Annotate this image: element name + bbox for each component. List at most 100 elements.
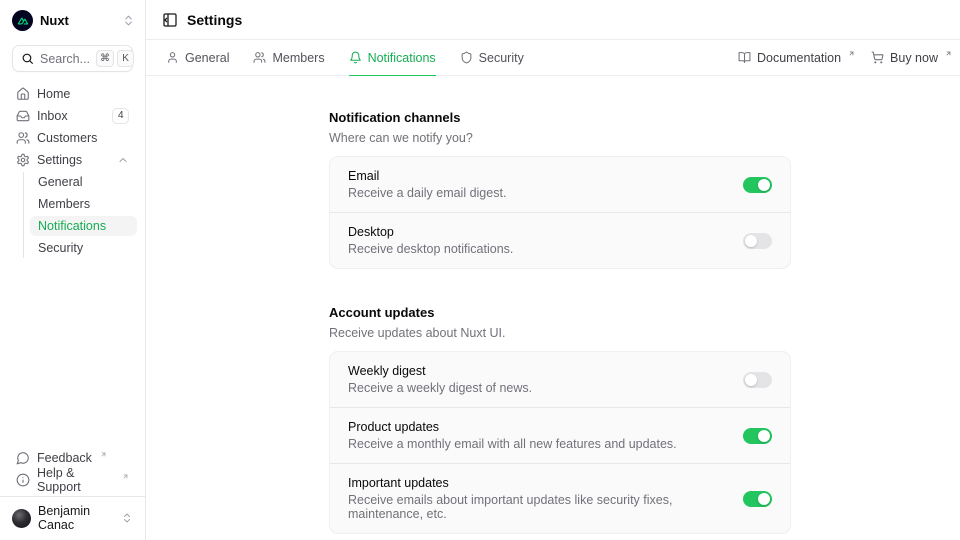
inbox-count-badge: 4 — [112, 108, 129, 124]
gear-icon — [16, 153, 30, 167]
sidebar-item-label: Security — [38, 241, 83, 255]
button-label: Documentation — [757, 51, 841, 65]
sidebar-item-label: Home — [37, 87, 129, 101]
setting-row-desktop: Desktop Receive desktop notifications. — [330, 212, 790, 268]
chat-bubble-icon — [16, 451, 30, 465]
external-link-icon — [100, 451, 107, 458]
sidebar-item-label: Inbox — [37, 109, 105, 123]
search-placeholder: Search... — [40, 52, 90, 66]
setting-title: Product updates — [348, 420, 727, 434]
sidebar-item-label: General — [38, 175, 82, 189]
sidebar-item-label: Members — [38, 197, 90, 211]
setting-description: Receive a daily email digest. — [348, 186, 727, 200]
buy-now-button[interactable]: Buy now — [871, 51, 952, 65]
nuxt-logo-icon — [12, 10, 33, 31]
user-menu[interactable]: Benjamin Canac — [0, 497, 145, 540]
shield-icon — [460, 51, 473, 64]
sidebar-footer-nav: Feedback Help & Support — [0, 448, 145, 496]
tab-notifications[interactable]: Notifications — [349, 40, 436, 75]
sidebar-item-security[interactable]: Security — [30, 238, 137, 258]
settings-content: Notification channels Where can we notif… — [146, 76, 960, 540]
section-title: Account updates — [329, 305, 791, 320]
sidebar-item-label: Settings — [37, 153, 110, 167]
home-icon — [16, 87, 30, 101]
setting-description: Receive a weekly digest of news. — [348, 381, 727, 395]
sidebar-item-notifications[interactable]: Notifications — [30, 216, 137, 236]
setting-title: Important updates — [348, 476, 727, 490]
button-label: Buy now — [890, 51, 938, 65]
external-link-icon — [945, 50, 952, 57]
tab-bar: General Members Notifications — [146, 40, 960, 76]
main-panel: Settings General Members — [146, 0, 960, 540]
sidebar-nav: Home Inbox 4 Customers Settings — [0, 84, 145, 258]
settings-card: Weekly digest Receive a weekly digest of… — [329, 351, 791, 534]
setting-description: Receive a monthly email with all new fea… — [348, 437, 727, 451]
tab-label: General — [185, 51, 229, 65]
desktop-toggle[interactable] — [743, 233, 772, 249]
external-link-icon — [848, 50, 855, 57]
workspace-switcher[interactable]: Nuxt — [0, 0, 145, 39]
sidebar-item-label: Help & Support — [37, 466, 114, 494]
sidebar-item-settings[interactable]: Settings — [8, 150, 137, 170]
info-circle-icon — [16, 473, 30, 487]
tab-general[interactable]: General — [166, 40, 229, 75]
search-icon — [21, 52, 34, 65]
app-window: Nuxt Search... ⌘ K Home — [0, 0, 960, 540]
sidebar-item-feedback[interactable]: Feedback — [8, 448, 137, 468]
user-icon — [166, 51, 179, 64]
sidebar-spacer — [0, 258, 145, 448]
sidebar-item-label: Customers — [37, 131, 129, 145]
settings-card: Email Receive a daily email digest. Desk… — [329, 156, 791, 269]
weekly-digest-toggle[interactable] — [743, 372, 772, 388]
page-title: Settings — [187, 12, 242, 28]
sidebar-item-inbox[interactable]: Inbox 4 — [8, 106, 137, 126]
notification-channels-section: Notification channels Where can we notif… — [329, 110, 791, 269]
setting-row-email: Email Receive a daily email digest. — [330, 157, 790, 212]
collapse-sidebar-icon[interactable] — [162, 12, 178, 28]
sidebar-item-label: Notifications — [38, 219, 106, 233]
setting-row-weekly-digest: Weekly digest Receive a weekly digest of… — [330, 352, 790, 407]
sidebar-item-members[interactable]: Members — [30, 194, 137, 214]
email-toggle[interactable] — [743, 177, 772, 193]
section-subtitle: Receive updates about Nuxt UI. — [329, 326, 791, 340]
bell-icon — [349, 51, 362, 64]
search-input[interactable]: Search... ⌘ K — [12, 45, 133, 72]
chevron-up-down-icon — [121, 512, 133, 524]
sidebar-item-help-support[interactable]: Help & Support — [8, 470, 137, 490]
setting-row-product-updates: Product updates Receive a monthly email … — [330, 407, 790, 463]
section-title: Notification channels — [329, 110, 791, 125]
book-icon — [738, 51, 751, 64]
sidebar-item-label: Feedback — [37, 451, 92, 465]
kbd-cmd: ⌘ — [96, 50, 114, 67]
documentation-button[interactable]: Documentation — [738, 51, 855, 65]
chevron-up-icon — [117, 154, 129, 166]
sidebar-item-home[interactable]: Home — [8, 84, 137, 104]
setting-description: Receive desktop notifications. — [348, 242, 727, 256]
settings-subnav: General Members Notifications Security — [8, 172, 137, 258]
sidebar-item-customers[interactable]: Customers — [8, 128, 137, 148]
important-updates-toggle[interactable] — [743, 491, 772, 507]
users-icon — [253, 51, 266, 64]
setting-row-important-updates: Important updates Receive emails about i… — [330, 463, 790, 533]
tab-label: Notifications — [368, 51, 436, 65]
chevron-up-down-icon[interactable] — [122, 14, 135, 27]
page-header: Settings — [146, 0, 960, 40]
avatar — [12, 509, 31, 528]
sidebar-item-general[interactable]: General — [30, 172, 137, 192]
setting-title: Email — [348, 169, 727, 183]
account-updates-section: Account updates Receive updates about Nu… — [329, 305, 791, 534]
product-updates-toggle[interactable] — [743, 428, 772, 444]
kbd-k: K — [117, 50, 134, 67]
tab-security[interactable]: Security — [460, 40, 524, 75]
sidebar: Nuxt Search... ⌘ K Home — [0, 0, 146, 540]
tab-members[interactable]: Members — [253, 40, 324, 75]
section-subtitle: Where can we notify you? — [329, 131, 791, 145]
tab-label: Security — [479, 51, 524, 65]
cart-icon — [871, 51, 884, 64]
setting-title: Desktop — [348, 225, 727, 239]
inbox-icon — [16, 109, 30, 123]
setting-title: Weekly digest — [348, 364, 727, 378]
search-shortcut: ⌘ K — [96, 50, 134, 67]
external-link-icon — [122, 473, 129, 480]
brand-name: Nuxt — [40, 13, 115, 28]
